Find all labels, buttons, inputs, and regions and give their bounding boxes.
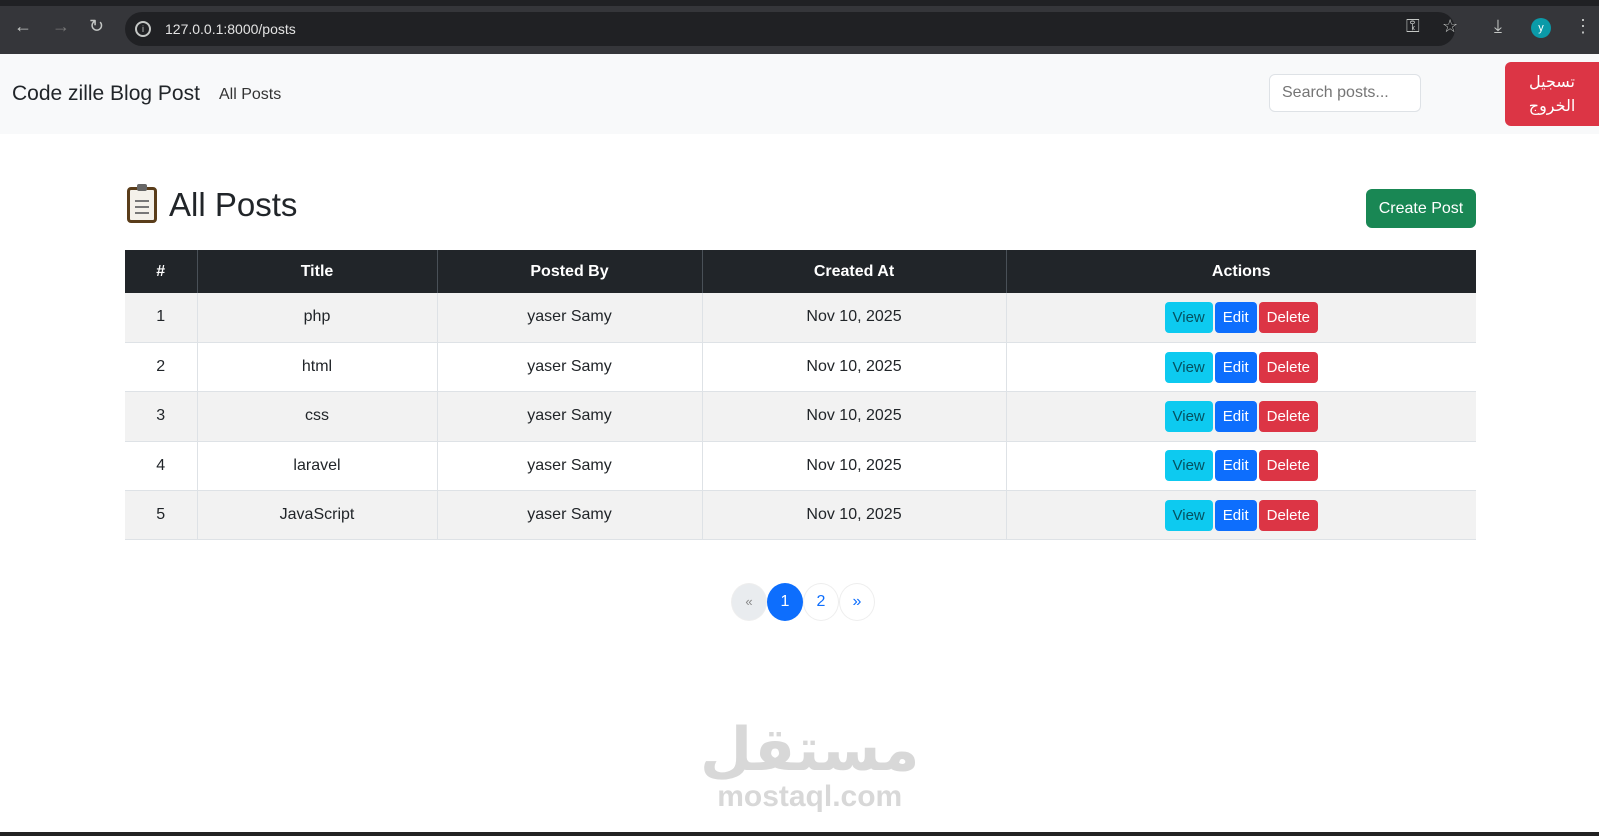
delete-button[interactable]: Delete: [1258, 351, 1318, 383]
cell-created-at: Nov 10, 2025: [701, 342, 1006, 393]
back-icon[interactable]: ←: [14, 16, 32, 37]
cell-created-at: Nov 10, 2025: [701, 490, 1006, 541]
cell-posted-by: yaser Samy: [436, 441, 702, 492]
menu-icon[interactable]: ⋮: [1574, 16, 1592, 37]
edit-button[interactable]: Edit: [1214, 499, 1257, 531]
cell-posted-by: yaser Samy: [436, 490, 702, 541]
cell-actions: View Edit Delete: [1005, 342, 1476, 393]
address-bar[interactable]: i 127.0.0.1:8000/posts: [125, 12, 1455, 46]
cell-id: 1: [125, 293, 197, 343]
view-button[interactable]: View: [1164, 499, 1213, 531]
cell-title: php: [196, 293, 437, 343]
cell-created-at: Nov 10, 2025: [701, 293, 1006, 343]
table-row: 2 html yaser Samy Nov 10, 2025 View Edit D…: [125, 342, 1476, 393]
col-header: #: [125, 250, 197, 293]
cell-actions: View Edit Delete: [1005, 391, 1476, 442]
pagination: « 1 2 »: [731, 583, 875, 621]
page-2[interactable]: 2: [803, 583, 839, 621]
table-row: 3 css yaser Samy Nov 10, 2025 View Edit De…: [125, 391, 1476, 442]
cell-posted-by: yaser Samy: [436, 391, 702, 442]
reload-icon[interactable]: ↻: [89, 16, 104, 37]
table-row: 4 laravel yaser Samy Nov 10, 2025 View Ed…: [125, 441, 1476, 492]
prev-page: «: [731, 583, 767, 621]
edit-button[interactable]: Edit: [1214, 301, 1257, 333]
watermark-latin: mostaql.com: [717, 780, 903, 813]
bottom-bar: [0, 832, 1599, 836]
table-row: 5 JavaScript yaser Samy Nov 10, 2025 Vie…: [125, 490, 1476, 541]
view-button[interactable]: View: [1164, 351, 1213, 383]
bookmark-star-icon[interactable]: ☆: [1442, 16, 1458, 37]
nav-all-posts[interactable]: All Posts: [219, 86, 281, 104]
browser-toolbar: ← → ↻ i 127.0.0.1:8000/posts ⚿ ☆ ⤓ y ⋮: [0, 0, 1599, 54]
next-page[interactable]: »: [839, 583, 875, 621]
cell-posted-by: yaser Samy: [436, 293, 702, 343]
brand[interactable]: Code zille Blog Post: [12, 82, 200, 106]
delete-button[interactable]: Delete: [1258, 450, 1318, 482]
cell-id: 5: [125, 490, 197, 541]
cell-actions: View Edit Delete: [1005, 490, 1476, 541]
col-header: Created At: [701, 250, 1006, 293]
forward-icon[interactable]: →: [52, 16, 70, 37]
view-button[interactable]: View: [1164, 450, 1213, 482]
clipboard-icon: [127, 184, 157, 223]
delete-button[interactable]: Delete: [1258, 400, 1318, 432]
col-header: Actions: [1005, 250, 1476, 293]
edit-button[interactable]: Edit: [1214, 351, 1257, 383]
cell-created-at: Nov 10, 2025: [701, 441, 1006, 492]
download-icon[interactable]: ⤓: [1494, 16, 1502, 37]
view-button[interactable]: View: [1164, 400, 1213, 432]
page-1[interactable]: 1: [767, 583, 803, 621]
col-header: Posted By: [436, 250, 702, 293]
search-input[interactable]: [1269, 74, 1421, 112]
watermark: مستقل mostaql.com: [700, 720, 919, 814]
cell-actions: View Edit Delete: [1005, 441, 1476, 492]
cell-id: 4: [125, 441, 197, 492]
cell-actions: View Edit Delete: [1005, 293, 1476, 343]
cell-title: css: [196, 391, 437, 442]
col-header: Title: [196, 250, 437, 293]
logout-button[interactable]: تسجيل الخروج: [1505, 62, 1599, 126]
delete-button[interactable]: Delete: [1258, 301, 1318, 333]
cell-title: JavaScript: [196, 490, 437, 541]
password-key-icon[interactable]: ⚿: [1406, 16, 1420, 37]
cell-posted-by: yaser Samy: [436, 342, 702, 393]
url-text: 127.0.0.1:8000/posts: [165, 21, 296, 37]
cell-created-at: Nov 10, 2025: [701, 391, 1006, 442]
page-title-text: All Posts: [169, 186, 298, 223]
page-title: All Posts: [127, 184, 298, 224]
profile-avatar[interactable]: y: [1531, 18, 1551, 38]
cell-id: 2: [125, 342, 197, 393]
edit-button[interactable]: Edit: [1214, 400, 1257, 432]
view-button[interactable]: View: [1164, 301, 1213, 333]
cell-title: html: [196, 342, 437, 393]
table-row: 1 php yaser Samy Nov 10, 2025 View Edit De…: [125, 293, 1476, 343]
edit-button[interactable]: Edit: [1214, 450, 1257, 482]
cell-id: 3: [125, 391, 197, 442]
posts-table: # Title Posted By Created At Actions 1 p…: [125, 250, 1476, 541]
cell-title: laravel: [196, 441, 437, 492]
navbar: Code zille Blog Post All Posts تسجيل الخ…: [0, 54, 1599, 134]
watermark-arabic: مستقل: [700, 715, 920, 785]
delete-button[interactable]: Delete: [1258, 499, 1318, 531]
create-post-button[interactable]: Create Post: [1366, 189, 1476, 228]
site-info-icon[interactable]: i: [135, 21, 151, 37]
